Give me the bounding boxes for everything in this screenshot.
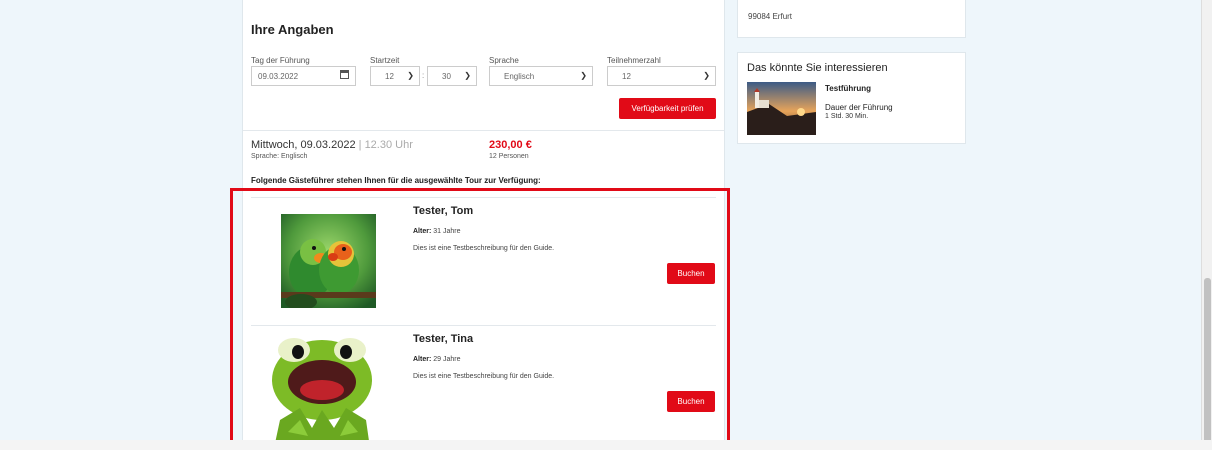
time-separator: | [355,139,365,151]
participants-select[interactable]: 12 ❯ [607,66,716,86]
recommendation-item-title[interactable]: Testführung [825,84,871,93]
start-time-label: Startzeit [370,56,400,65]
chevron-down-icon: ❯ [580,71,587,80]
hour-select[interactable]: 12 ❯ [370,66,420,86]
participants-label: Teilnehmerzahl [607,56,661,65]
language-select[interactable]: Englisch ❯ [489,66,593,86]
scrollbar-thumb[interactable] [1204,278,1211,448]
tour-price: 230,00 € [489,139,532,151]
date-label: Tag der Führung [251,56,310,65]
date-field[interactable]: 09.03.2022 [251,66,356,86]
recommendation-title: Das könnte Sie interessieren [747,62,888,74]
guides-intro: Folgende Gästeführer stehen Ihnen für di… [251,176,541,185]
date-value: 09.03.2022 [258,72,299,81]
hour-value: 12 [385,72,394,81]
tour-time: 12.30 Uhr [364,139,413,151]
tour-language: Sprache: Englisch [251,153,308,160]
lighthouse-sunset-image [747,82,816,135]
language-value: Englisch [504,72,535,81]
participants-value: 12 [622,72,631,81]
tour-persons: 12 Personen [489,153,529,160]
recommendation-image[interactable] [747,82,816,135]
calendar-icon[interactable] [340,70,349,79]
time-separator: : [422,71,425,80]
divider [243,130,724,131]
vertical-scrollbar[interactable] [1201,0,1212,450]
tour-date-time: Mittwoch, 09.03.2022 | 12.30 Uhr [251,139,413,151]
language-label: Sprache [489,56,519,65]
address-line: 99084 Erfurt [748,12,793,21]
duration-label: Dauer der Führung [825,103,893,112]
chevron-down-icon: ❯ [407,71,414,80]
chevron-down-icon: ❯ [703,71,710,80]
tour-date: Mittwoch, 09.03.2022 [251,139,356,151]
bottom-edge [0,440,1212,450]
duration-value: 1 Std. 30 Min. [825,113,869,120]
form-title: Ihre Angaben [251,22,334,37]
main-panel-top [242,0,725,12]
check-availability-button[interactable]: Verfügbarkeit prüfen [619,98,716,119]
minute-value: 30 [442,72,451,81]
minute-select[interactable]: 30 ❯ [427,66,477,86]
guides-highlight-frame [230,188,730,450]
chevron-down-icon: ❯ [464,71,471,80]
